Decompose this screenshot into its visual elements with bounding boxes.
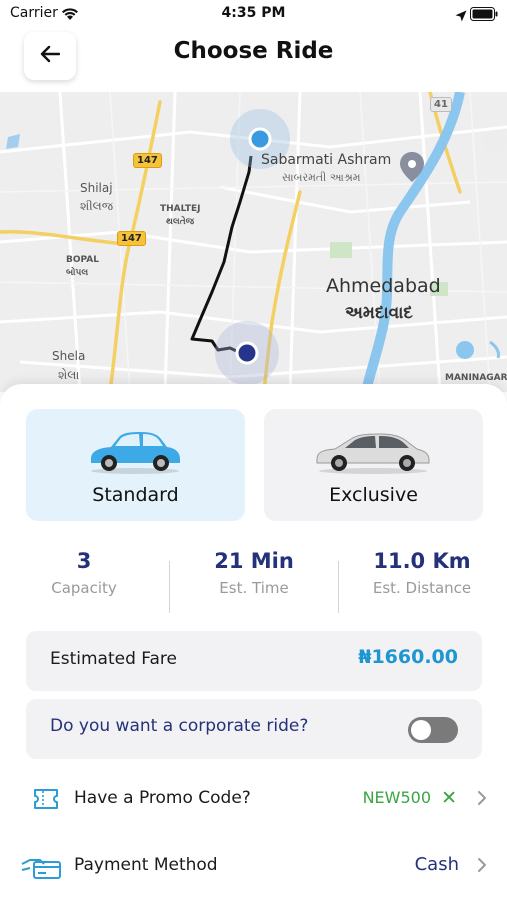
location-arrow-icon (455, 7, 467, 26)
payment-method-value: Cash (414, 854, 459, 875)
highway-147-badge: 147 (133, 153, 162, 168)
map-label-bopal: BOPAL (66, 255, 99, 265)
estimated-fare-box: Estimated Fare ₦1660.00 (26, 631, 482, 691)
chevron-right-icon (477, 857, 487, 877)
map-label-thaltej-gu: થલતેજ (166, 217, 195, 227)
time-value: 21 Min (214, 549, 294, 573)
promo-code-value: NEW500 (362, 788, 431, 807)
map-label-thaltej: THALTEJ (160, 204, 201, 214)
ride-options-sheet: Standard Exclusive 3 Capacity 21 Min Est… (0, 384, 507, 900)
fare-value: ₦1660.00 (358, 646, 458, 668)
dropoff-pin-icon (235, 341, 259, 365)
exclusive-car-icon (316, 433, 430, 474)
promo-code-row[interactable]: Have a Promo Code? NEW500 ✕ (0, 772, 507, 828)
standard-car-icon (91, 432, 180, 474)
fare-label: Estimated Fare (50, 649, 177, 669)
highway-147-badge-lower: 147 (117, 231, 146, 246)
chevron-right-icon (477, 790, 487, 810)
distance-label: Est. Distance (372, 579, 472, 597)
vehicle-option-standard[interactable]: Standard (26, 409, 245, 521)
payment-method-row[interactable]: Payment Method Cash (0, 839, 507, 895)
header: Choose Ride (0, 28, 507, 92)
capacity-label: Capacity (51, 579, 117, 597)
pickup-pin-icon (248, 127, 272, 151)
route-map[interactable]: 147 147 41 Shilaj શીલજ THALTEJ થલતેજ BOP… (0, 92, 507, 392)
stat-distance: 11.0 Km Est. Distance (352, 549, 492, 597)
stat-divider (169, 561, 170, 613)
map-label-shela-gu: શેલા (58, 368, 80, 382)
trip-stats: 3 Capacity 21 Min Est. Time 11.0 Km Est.… (0, 549, 507, 613)
battery-icon (470, 6, 498, 25)
page-title: Choose Ride (173, 38, 334, 64)
stat-time: 21 Min Est. Time (184, 549, 324, 597)
map-label-shilaj: Shilaj (80, 181, 113, 195)
map-label-maninagar: MANINAGAR (445, 373, 507, 383)
vehicle-option-exclusive[interactable]: Exclusive (264, 409, 483, 521)
map-label-city: Ahmedabad (326, 275, 441, 297)
map-label-ashram: Sabarmati Ashram (261, 152, 392, 168)
capacity-value: 3 (76, 549, 92, 573)
vehicle-label-exclusive: Exclusive (329, 484, 418, 506)
corporate-ride-label: Do you want a corporate ride? (50, 716, 309, 736)
status-time: 4:35 PM (221, 5, 286, 21)
payment-card-icon (20, 854, 62, 884)
ticket-icon (32, 787, 60, 815)
map-label-city-gu: અમદાવાદ (345, 303, 413, 323)
corporate-ride-toggle[interactable] (408, 717, 458, 743)
stat-capacity: 3 Capacity (14, 549, 154, 597)
map-label-shela: Shela (52, 349, 86, 363)
promo-code-label: Have a Promo Code? (74, 788, 251, 808)
map-base (0, 92, 507, 392)
map-label-bopal-gu: બોપલ (66, 268, 89, 278)
distance-value: 11.0 Km (373, 549, 471, 573)
close-x-icon[interactable]: ✕ (441, 789, 457, 808)
map-label-shilaj-gu: શીલજ (80, 199, 114, 213)
payment-method-label: Payment Method (74, 855, 218, 875)
highway-41-badge: 41 (430, 97, 452, 112)
time-label: Est. Time (219, 579, 289, 597)
toggle-knob (411, 720, 431, 740)
corporate-ride-box: Do you want a corporate ride? (26, 699, 482, 759)
status-bar: Carrier 4:35 PM (0, 0, 507, 28)
map-label-ashram-gu: સાબરમતી આશ્રમ (282, 171, 361, 184)
vehicle-label-standard: Standard (92, 484, 179, 506)
stat-divider (338, 561, 339, 613)
